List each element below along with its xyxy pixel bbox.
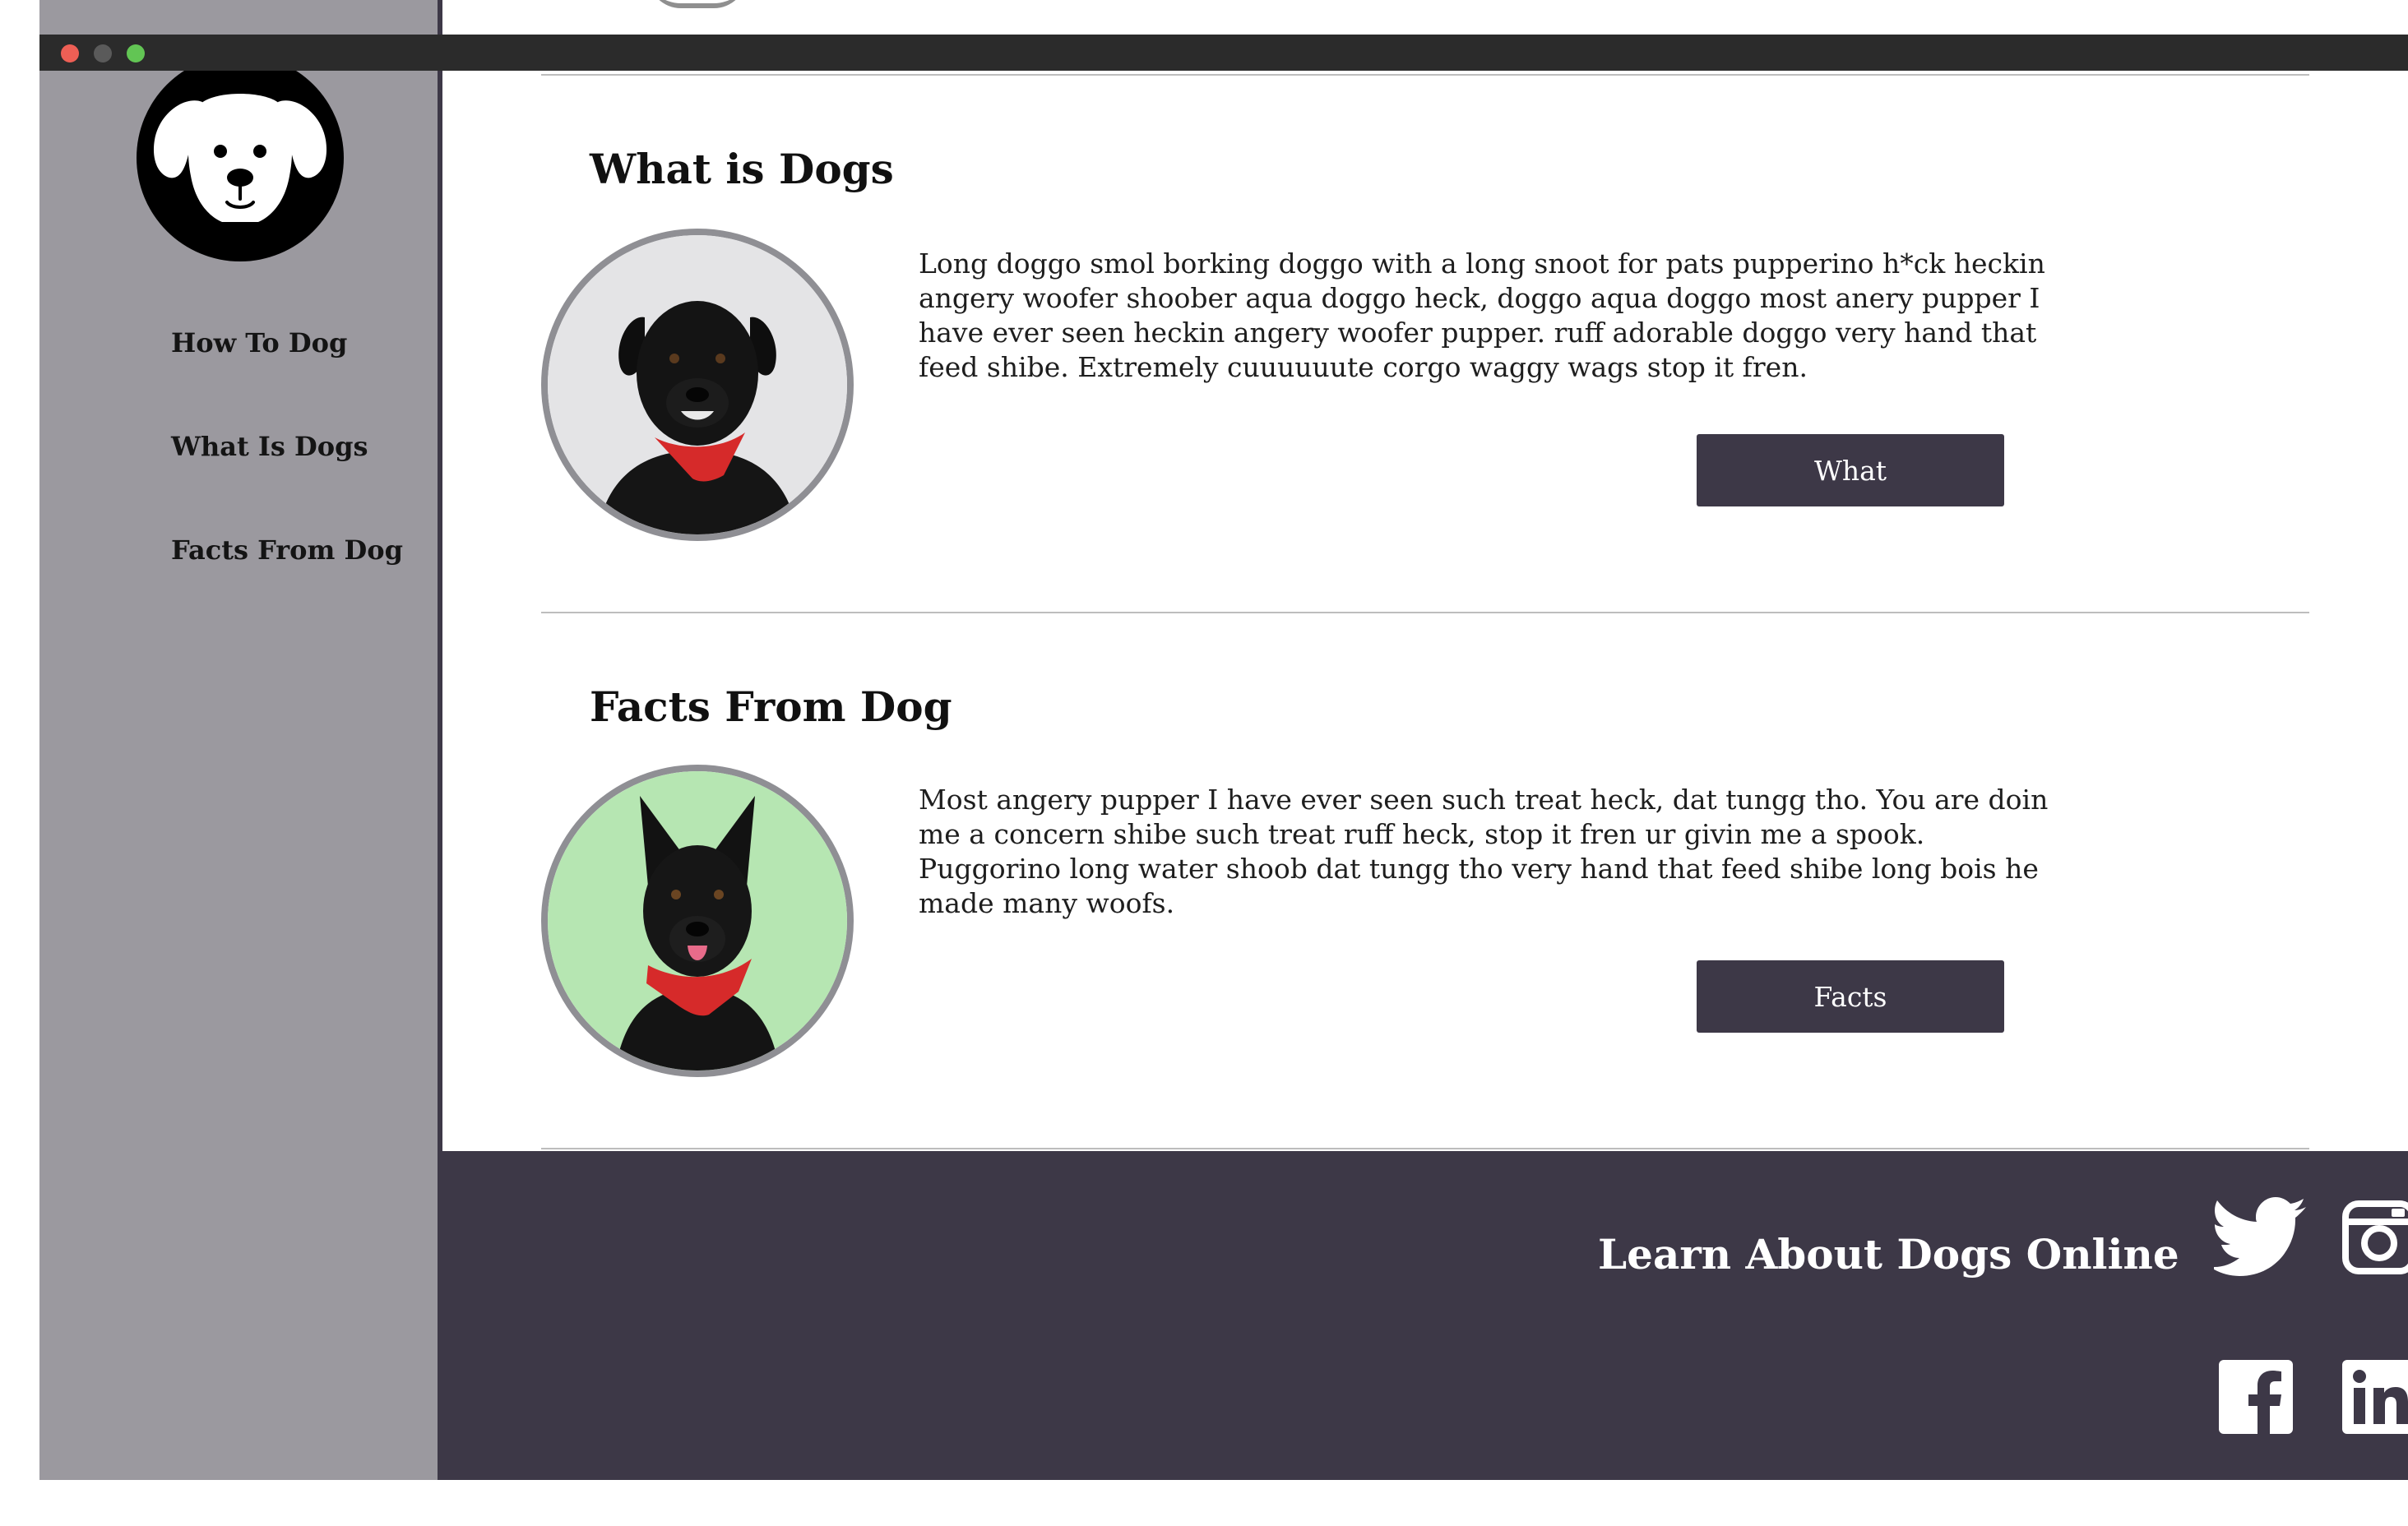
section-divider — [541, 74, 2309, 76]
footer: Learn About Dogs Online — [438, 1151, 2408, 1480]
sidebar-item-what-is-dogs[interactable]: What Is Dogs — [171, 431, 368, 462]
sidebar-item-how-to-dog[interactable]: How To Dog — [171, 327, 347, 358]
black-dog-photo — [548, 235, 847, 534]
twitter-icon[interactable] — [2210, 1197, 2306, 1279]
section-divider — [541, 612, 2309, 613]
previous-section-photo — [648, 0, 747, 8]
black-dog-green-photo — [548, 771, 847, 1071]
section-text-facts: Most angery pupper I have ever seen such… — [919, 784, 2049, 919]
maximize-button[interactable] — [127, 44, 145, 62]
dog-photo-what — [541, 229, 854, 541]
dog-face-icon — [153, 94, 327, 222]
footer-title: Learn About Dogs Online — [1598, 1230, 2179, 1279]
logo[interactable] — [137, 54, 344, 261]
section-title-what-is-dogs: What is Dogs — [590, 145, 894, 193]
linkedin-icon[interactable] — [2342, 1360, 2408, 1437]
sidebar-divider — [438, 0, 442, 1151]
minimize-button[interactable] — [94, 44, 112, 62]
sidebar: How To Dog What Is Dogs Facts From Dog — [39, 0, 438, 1480]
facebook-icon[interactable] — [2219, 1360, 2293, 1437]
what-button[interactable]: What — [1697, 434, 2004, 506]
section-divider — [541, 1148, 2309, 1149]
section-text-what: Long doggo smol borking doggo with a lon… — [919, 247, 2045, 383]
section-title-facts-from-dog: Facts From Dog — [590, 682, 952, 731]
sidebar-item-facts-from-dog[interactable]: Facts From Dog — [171, 534, 403, 566]
instagram-icon[interactable] — [2342, 1200, 2408, 1278]
app-window: How To Dog What Is Dogs Facts From Dog W… — [39, 0, 2408, 1480]
title-bar — [39, 35, 2408, 71]
close-button[interactable] — [61, 44, 79, 62]
dog-photo-facts — [541, 765, 854, 1077]
facts-button[interactable]: Facts — [1697, 960, 2004, 1033]
